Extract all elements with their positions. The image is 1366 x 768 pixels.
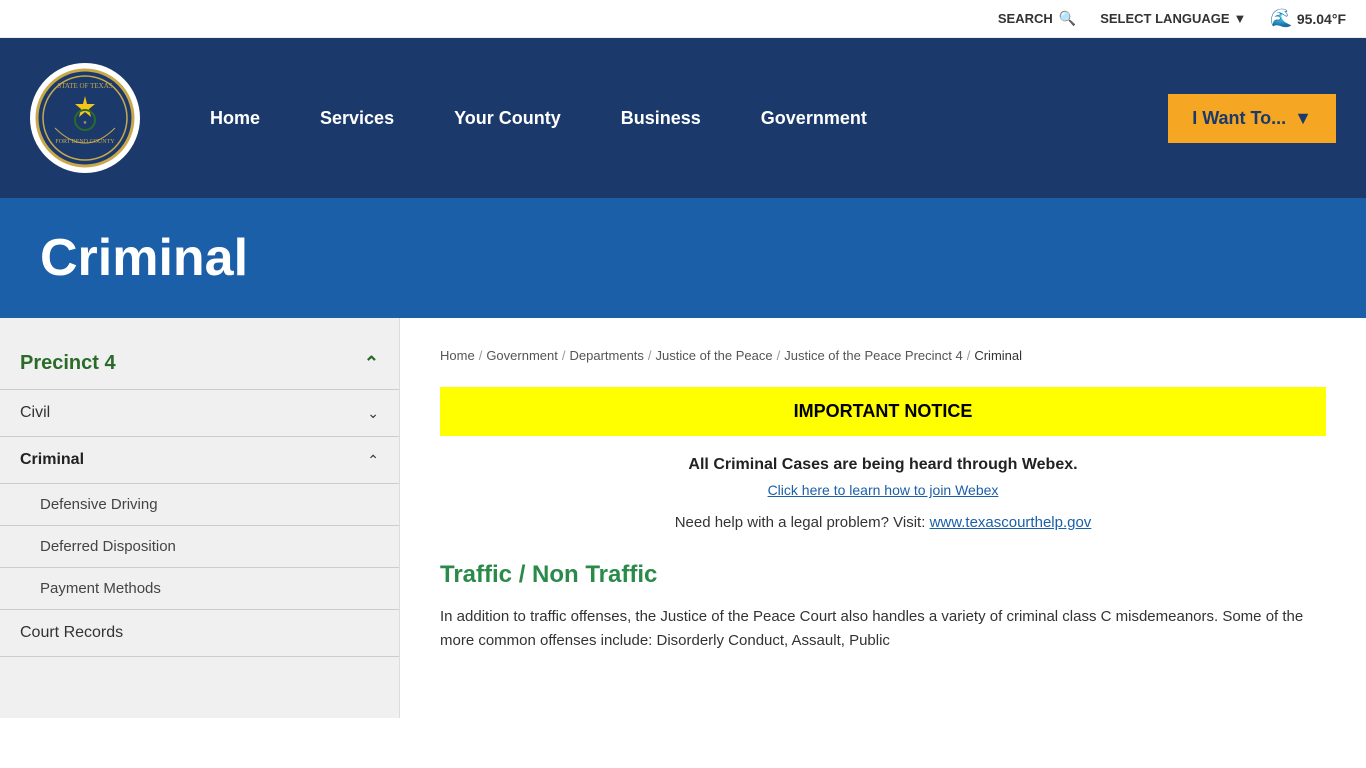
legal-help: Need help with a legal problem? Visit: w… bbox=[440, 514, 1326, 531]
breadcrumb-sep-2: / bbox=[562, 348, 566, 363]
sidebar-civil[interactable]: Civil ⌄ bbox=[0, 390, 399, 437]
search-icon: 🔍 bbox=[1059, 10, 1076, 27]
webex-notice: All Criminal Cases are being heard throu… bbox=[440, 456, 1326, 498]
breadcrumb-government[interactable]: Government bbox=[486, 348, 558, 363]
sidebar-precinct4-header[interactable]: Precinct 4 ⌃ bbox=[0, 338, 399, 389]
breadcrumb-justice-of-peace[interactable]: Justice of the Peace bbox=[656, 348, 773, 363]
sidebar: Precinct 4 ⌃ Civil ⌄ Criminal ⌃ Defensiv… bbox=[0, 318, 400, 718]
sidebar-criminal[interactable]: Criminal ⌃ bbox=[0, 437, 399, 484]
content-area: Home / Government / Departments / Justic… bbox=[400, 318, 1366, 718]
nav-services[interactable]: Services bbox=[290, 108, 424, 129]
deferred-disposition-label: Deferred Disposition bbox=[40, 538, 176, 555]
precinct4-label: Precinct 4 bbox=[20, 352, 116, 375]
i-want-to-label: I Want To... bbox=[1192, 108, 1286, 129]
svg-text:★: ★ bbox=[83, 120, 88, 126]
breadcrumb-home[interactable]: Home bbox=[440, 348, 475, 363]
svg-text:STATE OF TEXAS: STATE OF TEXAS bbox=[57, 82, 112, 90]
chevron-down-icon: ▼ bbox=[1234, 11, 1247, 26]
breadcrumb-sep-4: / bbox=[777, 348, 781, 363]
breadcrumb-sep-5: / bbox=[967, 348, 971, 363]
breadcrumb-sep-1: / bbox=[479, 348, 483, 363]
breadcrumb-sep-3: / bbox=[648, 348, 652, 363]
defensive-driving-label: Defensive Driving bbox=[40, 496, 158, 513]
logo: STATE OF TEXAS ★ FORT BEND COUNTY bbox=[30, 63, 140, 173]
criminal-chevron-up-icon: ⌃ bbox=[367, 452, 379, 469]
webex-link[interactable]: Click here to learn how to join Webex bbox=[768, 482, 999, 498]
civil-chevron-down-icon: ⌄ bbox=[367, 405, 379, 422]
notice-banner-text: IMPORTANT NOTICE bbox=[794, 401, 973, 421]
nav-business[interactable]: Business bbox=[591, 108, 731, 129]
webex-text: All Criminal Cases are being heard throu… bbox=[440, 456, 1326, 474]
breadcrumb: Home / Government / Departments / Justic… bbox=[440, 348, 1326, 363]
chevron-down-icon: ▼ bbox=[1294, 108, 1312, 129]
language-selector[interactable]: SELECT LANGUAGE ▼ bbox=[1100, 11, 1246, 26]
traffic-section-title: Traffic / Non Traffic bbox=[440, 561, 1326, 589]
criminal-label: Criminal bbox=[20, 451, 84, 469]
precinct4-chevron-up-icon: ⌃ bbox=[364, 353, 379, 374]
breadcrumb-current: Criminal bbox=[974, 348, 1022, 363]
page-title: Criminal bbox=[40, 228, 1326, 288]
search-button[interactable]: SEARCH 🔍 bbox=[998, 10, 1076, 27]
nav-your-county[interactable]: Your County bbox=[424, 108, 591, 129]
main-layout: Precinct 4 ⌃ Civil ⌄ Criminal ⌃ Defensiv… bbox=[0, 318, 1366, 718]
main-nav: Home Services Your County Business Gover… bbox=[180, 94, 1336, 143]
legal-help-link[interactable]: www.texascourthelp.gov bbox=[930, 514, 1092, 531]
legal-help-text: Need help with a legal problem? Visit: bbox=[675, 514, 926, 531]
i-want-to-button[interactable]: I Want To... ▼ bbox=[1168, 94, 1336, 143]
temperature: 95.04°F bbox=[1297, 11, 1346, 27]
important-notice-banner: IMPORTANT NOTICE bbox=[440, 387, 1326, 436]
breadcrumb-departments[interactable]: Departments bbox=[569, 348, 643, 363]
weather-icon: 🌊 bbox=[1270, 8, 1292, 29]
svg-text:FORT BEND COUNTY: FORT BEND COUNTY bbox=[55, 139, 115, 145]
sidebar-defensive-driving[interactable]: Defensive Driving bbox=[0, 484, 399, 526]
breadcrumb-precinct4[interactable]: Justice of the Peace Precinct 4 bbox=[784, 348, 962, 363]
top-bar: SEARCH 🔍 SELECT LANGUAGE ▼ 🌊 95.04°F bbox=[0, 0, 1366, 38]
sidebar-deferred-disposition[interactable]: Deferred Disposition bbox=[0, 526, 399, 568]
language-label: SELECT LANGUAGE bbox=[1100, 11, 1229, 26]
logo-area: STATE OF TEXAS ★ FORT BEND COUNTY bbox=[30, 63, 140, 173]
payment-methods-label: Payment Methods bbox=[40, 580, 161, 597]
nav-government[interactable]: Government bbox=[731, 108, 897, 129]
court-records-label: Court Records bbox=[20, 624, 123, 642]
sidebar-court-records[interactable]: Court Records bbox=[0, 610, 399, 657]
nav-home[interactable]: Home bbox=[180, 108, 290, 129]
search-label: SEARCH bbox=[998, 11, 1053, 26]
page-title-banner: Criminal bbox=[0, 198, 1366, 318]
weather-display: 🌊 95.04°F bbox=[1270, 8, 1346, 29]
header: STATE OF TEXAS ★ FORT BEND COUNTY Home S… bbox=[0, 38, 1366, 198]
sidebar-payment-methods[interactable]: Payment Methods bbox=[0, 568, 399, 610]
traffic-section-text: In addition to traffic offenses, the Jus… bbox=[440, 605, 1326, 653]
civil-label: Civil bbox=[20, 404, 50, 422]
